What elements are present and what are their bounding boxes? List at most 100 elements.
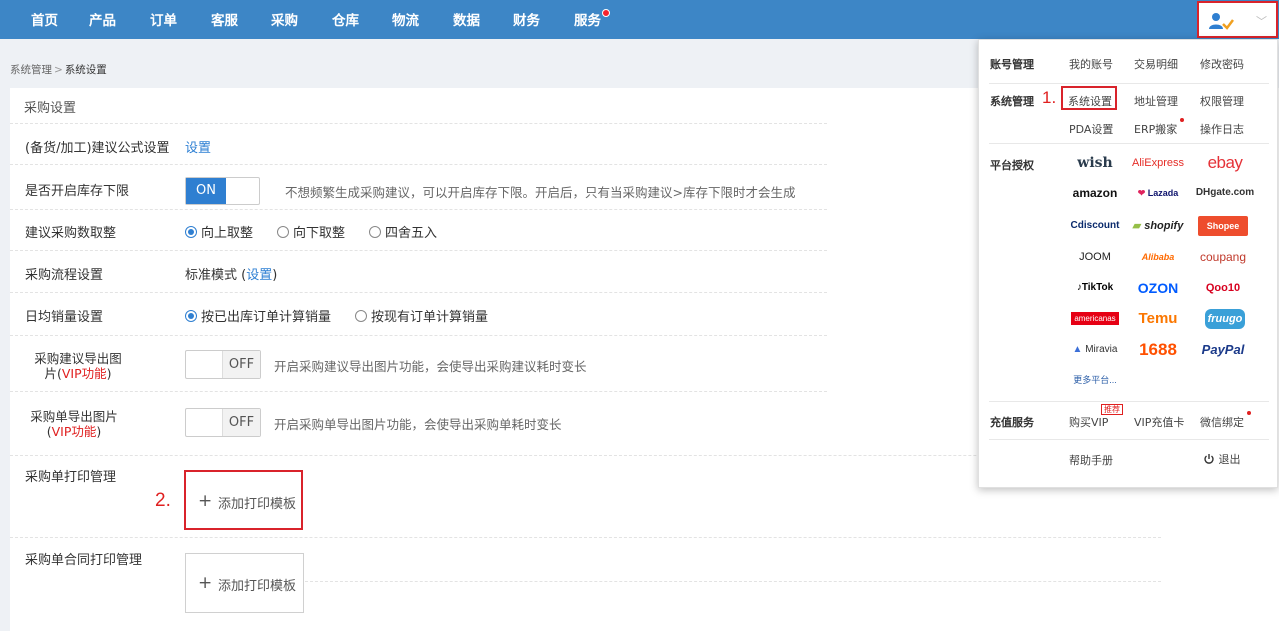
- americanas-logo[interactable]: americanas: [1071, 312, 1119, 325]
- radio-icon: [277, 226, 289, 238]
- add-print-template-button[interactable]: + 添加打印模板: [184, 470, 303, 530]
- divider: [10, 209, 827, 210]
- divider: [10, 537, 1161, 538]
- platforms-heading: 平台授权: [990, 159, 1034, 172]
- suggest-export-toggle[interactable]: OFF: [185, 350, 261, 379]
- nav-warehouse[interactable]: 仓库: [332, 0, 359, 39]
- divider: [10, 391, 827, 392]
- logout-button[interactable]: 退出: [1203, 451, 1241, 467]
- panel-title: 采购设置: [24, 101, 77, 116]
- cdiscount-logo[interactable]: Cdiscount: [1064, 215, 1126, 237]
- wish-logo[interactable]: wish: [1064, 152, 1126, 174]
- divider: [305, 581, 1161, 582]
- alibaba-logo[interactable]: Alibaba: [1127, 246, 1189, 268]
- plus-icon: +: [198, 573, 213, 593]
- nav-products[interactable]: 产品: [89, 0, 116, 39]
- nav-finance[interactable]: 财务: [513, 0, 540, 39]
- sales-by-orders-radio[interactable]: 按现有订单计算销量: [355, 306, 488, 325]
- add-contract-template-button[interactable]: + 添加打印模板: [185, 553, 304, 613]
- operation-log-link[interactable]: 操作日志: [1200, 121, 1244, 137]
- flow-value: 标准模式 (设置): [185, 268, 278, 283]
- power-icon: [1204, 454, 1214, 464]
- toggle-on-state: ON: [186, 178, 226, 204]
- formula-label: (备货/加工)建议公式设置: [25, 141, 170, 156]
- nav-customer-service[interactable]: 客服: [211, 0, 238, 39]
- paypal-logo[interactable]: PayPal: [1192, 339, 1254, 361]
- add-print-template-label: 添加打印模板: [218, 497, 297, 512]
- radio-icon: [369, 226, 381, 238]
- recharge-heading: 充值服务: [990, 416, 1034, 429]
- divider: [989, 439, 1269, 440]
- transactions-link[interactable]: 交易明细: [1134, 56, 1178, 72]
- nav-services-label: 服务: [574, 13, 601, 29]
- ebay-logo[interactable]: ebay: [1194, 152, 1256, 174]
- coupang-logo[interactable]: coupang: [1192, 246, 1254, 268]
- stock-limit-toggle[interactable]: ON: [185, 177, 260, 205]
- stock-limit-label: 是否开启库存下限: [25, 184, 130, 199]
- divider: [989, 83, 1269, 84]
- breadcrumb: 系统管理 > 系统设置: [10, 64, 107, 76]
- nav-logistics[interactable]: 物流: [392, 0, 419, 39]
- 1688-logo[interactable]: 1688: [1127, 339, 1189, 361]
- vip-card-link[interactable]: VIP充值卡: [1134, 414, 1184, 430]
- lazada-logo[interactable]: ❤ Lazada: [1127, 182, 1189, 204]
- amazon-logo[interactable]: amazon: [1064, 182, 1126, 204]
- divider: [10, 164, 827, 165]
- rounding-down-radio[interactable]: 向下取整: [277, 222, 345, 241]
- order-export-toggle[interactable]: OFF: [185, 408, 261, 437]
- rounding-label: 建议采购数取整: [25, 226, 117, 241]
- temu-logo[interactable]: Temu: [1127, 308, 1189, 330]
- rounding-half-radio[interactable]: 四舍五入: [369, 222, 437, 241]
- shopee-logo[interactable]: Shopee: [1198, 216, 1248, 236]
- flow-settings-link[interactable]: 设置: [246, 268, 272, 283]
- suggest-export-label: 采购建议导出图 片(VIP功能): [34, 351, 122, 381]
- divider: [10, 250, 827, 251]
- divider: [10, 335, 827, 336]
- nav-purchase[interactable]: 采购: [271, 0, 298, 39]
- nav-home[interactable]: 首页: [31, 0, 58, 39]
- order-export-hint: 开启采购单导出图片功能，会使导出采购单耗时变长: [274, 417, 562, 432]
- step-1-annotation: 1.: [1042, 88, 1057, 107]
- system-heading: 系统管理: [990, 95, 1034, 108]
- nav-services[interactable]: 服务: [574, 0, 610, 39]
- more-platforms-link[interactable]: 更多平台...: [1064, 369, 1126, 391]
- ozon-logo[interactable]: OZON: [1127, 277, 1189, 299]
- fruugo-logo[interactable]: fruugo: [1205, 309, 1245, 329]
- flow-label: 采购流程设置: [25, 268, 104, 283]
- formula-settings-link[interactable]: 设置: [185, 137, 211, 156]
- chevron-down-icon: ﹀: [1256, 15, 1267, 28]
- user-settings-icon: [1209, 13, 1234, 30]
- joom-logo[interactable]: JOOM: [1064, 246, 1126, 268]
- buy-vip-link[interactable]: 购买VIP: [1069, 414, 1108, 430]
- plus-icon: +: [198, 491, 213, 511]
- sales-by-shipped-radio[interactable]: 按已出库订单计算销量: [185, 306, 331, 325]
- aliexpress-logo[interactable]: AliExpress: [1127, 152, 1189, 174]
- rounding-up-radio[interactable]: 向上取整: [185, 222, 253, 241]
- radio-icon: [355, 310, 367, 322]
- step-2-annotation: 2.: [155, 490, 171, 511]
- shopify-logo[interactable]: ▰ shopify: [1127, 215, 1189, 237]
- my-account-link[interactable]: 我的账号: [1069, 56, 1113, 72]
- change-password-link[interactable]: 修改密码: [1200, 56, 1244, 72]
- nav-data[interactable]: 数据: [453, 0, 480, 39]
- radio-selected-icon: [185, 226, 197, 238]
- breadcrumb-parent[interactable]: 系统管理: [10, 64, 52, 76]
- qoo10-logo[interactable]: Qoo10: [1192, 277, 1254, 299]
- system-settings-link[interactable]: 系统设置: [1068, 93, 1112, 109]
- permission-management-link[interactable]: 权限管理: [1200, 93, 1244, 109]
- add-contract-template-label: 添加打印模板: [218, 579, 297, 594]
- nav-orders[interactable]: 订单: [150, 0, 177, 39]
- dhgate-logo[interactable]: DHgate.com: [1194, 182, 1256, 204]
- toggle-off-state: OFF: [222, 409, 260, 436]
- address-management-link[interactable]: 地址管理: [1134, 93, 1178, 109]
- miravia-logo[interactable]: ▲ Miravia: [1064, 339, 1126, 361]
- contract-print-label: 采购单合同打印管理: [25, 553, 143, 568]
- pda-settings-link[interactable]: PDA设置: [1069, 121, 1113, 137]
- print-label: 采购单打印管理: [25, 470, 117, 485]
- erp-migration-link[interactable]: ERP搬家: [1134, 118, 1185, 137]
- user-menu-button[interactable]: ﹀: [1197, 1, 1278, 38]
- stock-limit-hint: 不想频繁生成采购建议，可以开启库存下限。开启后，只有当采购建议>库存下限时才会生…: [285, 185, 796, 200]
- wechat-bind-link[interactable]: 微信绑定: [1200, 411, 1251, 430]
- tiktok-logo[interactable]: ♪TikTok: [1064, 277, 1126, 299]
- help-manual-link[interactable]: 帮助手册: [1069, 452, 1113, 468]
